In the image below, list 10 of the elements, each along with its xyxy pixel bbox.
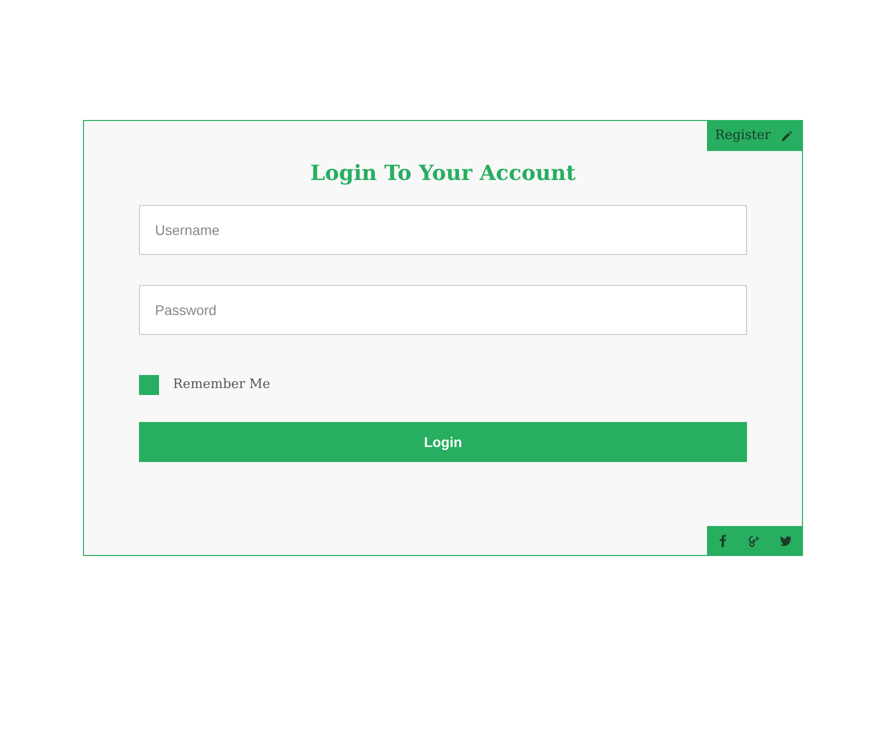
remember-label: Remember Me	[173, 376, 270, 394]
register-tab[interactable]: Register	[707, 121, 802, 151]
remember-checkbox[interactable]	[139, 375, 159, 395]
pencil-icon	[781, 130, 792, 142]
username-field[interactable]: Username	[139, 205, 747, 255]
form-title: Login To Your Account	[309, 159, 577, 187]
password-field[interactable]: Password	[139, 285, 747, 335]
google-plus-icon[interactable]	[747, 534, 762, 548]
login-button[interactable]: Login	[139, 422, 747, 462]
twitter-icon[interactable]	[778, 534, 792, 548]
